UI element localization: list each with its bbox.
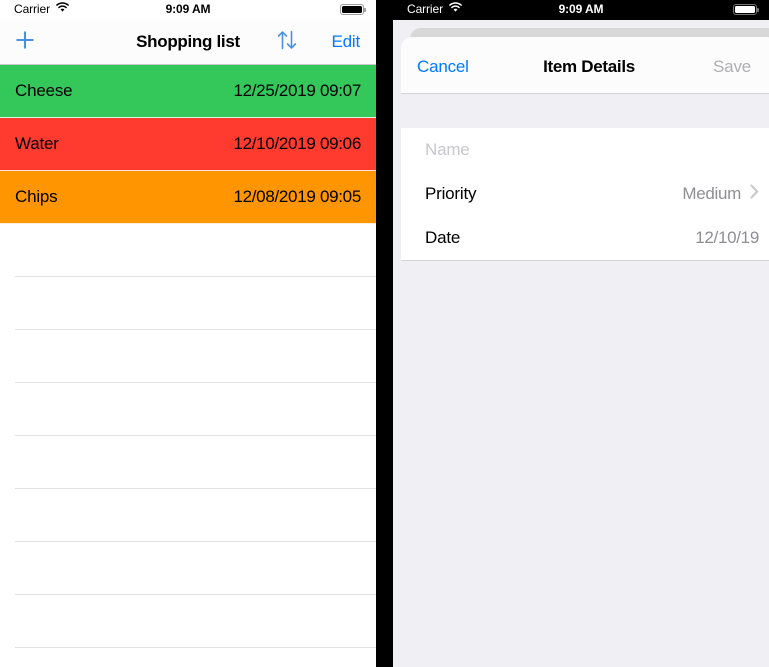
table-row[interactable]: Cheese 12/25/2019 09:07 (0, 65, 376, 118)
save-button[interactable]: Save (713, 37, 751, 93)
item-date: 12/25/2019 09:07 (233, 81, 361, 100)
item-details-modal-sheet: Cancel Item Details Save Priority Medium (401, 37, 769, 667)
sort-button[interactable] (270, 20, 304, 64)
left-nav-bar: Shopping list Edit (0, 20, 376, 65)
item-name: Cheese (15, 81, 73, 100)
chevron-right-icon (750, 184, 759, 204)
item-date: 12/10/2019 09:06 (233, 134, 361, 153)
table-row[interactable] (0, 383, 376, 436)
priority-row[interactable]: Priority Medium (401, 172, 769, 216)
status-bar-right-group (340, 4, 366, 15)
date-value: 12/10/19 (695, 228, 759, 247)
table-row[interactable]: Chips 12/08/2019 09:05 (0, 171, 376, 224)
item-name: Water (15, 134, 59, 153)
battery-full-icon (733, 4, 759, 15)
table-row[interactable] (0, 277, 376, 330)
form-bottom-area (401, 260, 769, 660)
item-date: 12/08/2019 09:05 (233, 187, 361, 206)
edit-button[interactable]: Edit (332, 20, 361, 64)
left-status-bar: Carrier 9:09 AM (0, 0, 376, 20)
priority-value: Medium (682, 184, 741, 203)
modal-nav-bar: Cancel Item Details Save (401, 37, 769, 94)
sort-arrows-icon (275, 28, 299, 57)
right-phone-screen: Carrier 9:09 AM Cancel Item Details Save… (393, 0, 769, 667)
status-bar-time: 9:09 AM (558, 2, 604, 16)
dual-phone-screenshot: Carrier 9:09 AM Shopping list Edit Chees… (0, 0, 769, 667)
priority-value-group: Medium (682, 184, 759, 204)
item-details-form: Priority Medium Date 12/10/19 (401, 128, 769, 260)
table-row[interactable] (0, 489, 376, 542)
name-row[interactable] (401, 128, 769, 172)
table-row[interactable] (0, 542, 376, 595)
status-bar-right-group (733, 4, 759, 15)
page-title: Shopping list (136, 32, 240, 51)
table-row[interactable] (0, 224, 376, 277)
right-status-bar: Carrier 9:09 AM (393, 0, 769, 20)
table-row[interactable] (0, 595, 376, 648)
battery-full-icon (340, 4, 366, 15)
form-top-spacer (401, 94, 769, 128)
shopping-list: Cheese 12/25/2019 09:07 Water 12/10/2019… (0, 65, 376, 648)
name-input[interactable] (425, 140, 759, 160)
left-phone-screen: Carrier 9:09 AM Shopping list Edit Chees… (0, 0, 376, 667)
priority-label: Priority (425, 184, 477, 203)
table-row[interactable] (0, 330, 376, 383)
item-name: Chips (15, 187, 58, 206)
date-row[interactable]: Date 12/10/19 (401, 216, 769, 260)
date-label: Date (425, 228, 461, 247)
status-bar-time: 9:09 AM (165, 2, 211, 16)
table-row[interactable]: Water 12/10/2019 09:06 (0, 118, 376, 171)
table-row[interactable] (0, 436, 376, 489)
